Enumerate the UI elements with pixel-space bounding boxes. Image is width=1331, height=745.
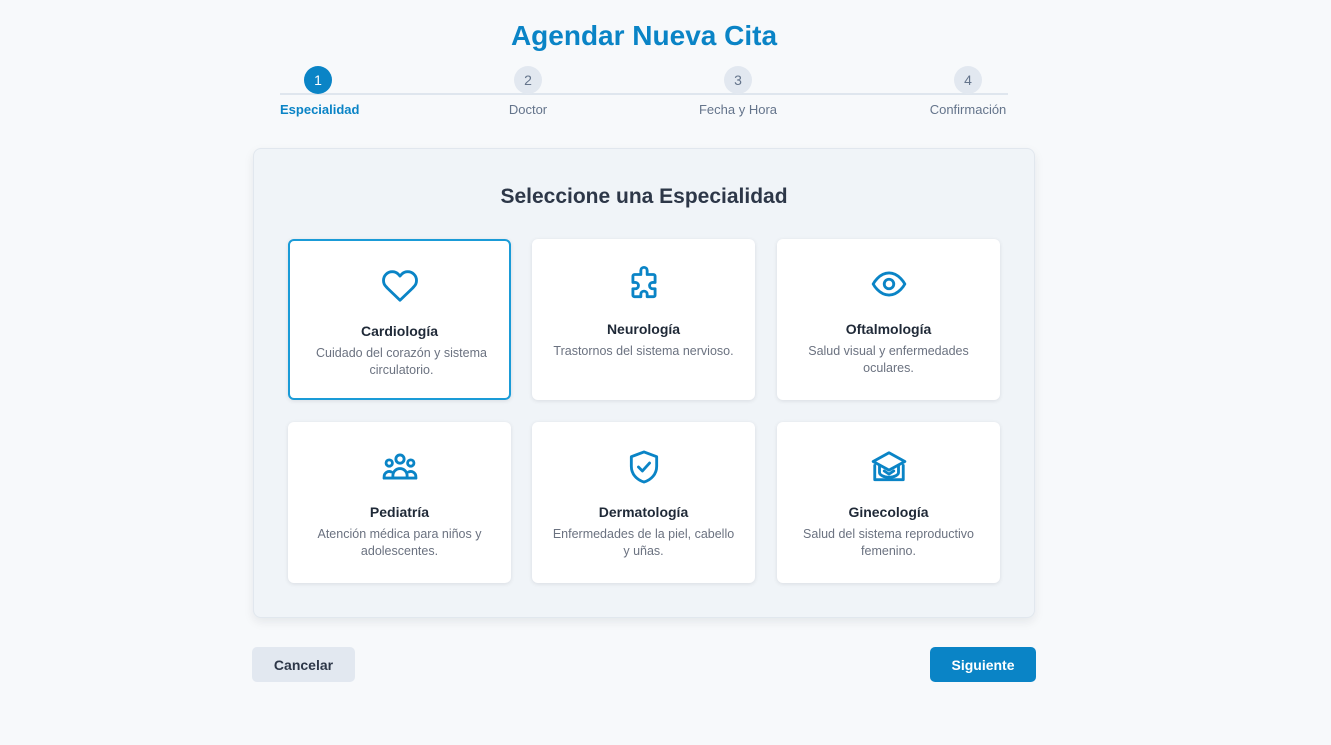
step-number: 3 — [724, 66, 752, 94]
panel-title: Seleccione una Especialidad — [500, 185, 788, 208]
specialty-card-cardiologia[interactable]: Cardiología Cuidado del corazón y sistem… — [288, 239, 511, 400]
specialty-description: Trastornos del sistema nervioso. — [553, 344, 734, 358]
eye-icon — [777, 265, 1000, 303]
stepper: 1 Especialidad 2 Doctor 3 Fecha y Hora 4… — [280, 66, 1008, 126]
step-label: Doctor — [508, 102, 548, 117]
cancel-button[interactable]: Cancelar — [252, 647, 355, 682]
specialty-name: Dermatología — [598, 504, 689, 520]
step-label: Confirmación — [929, 102, 1007, 117]
specialty-name: Pediatría — [369, 504, 430, 520]
specialty-description: Cuidado del corazón y sistema circulator… — [316, 346, 487, 377]
specialty-description: Enfermedades de la piel, cabello y uñas. — [552, 527, 735, 558]
step-fecha-hora[interactable]: 3 Fecha y Hora — [698, 66, 778, 117]
users-icon — [288, 448, 511, 486]
specialty-name: Ginecología — [848, 504, 929, 520]
step-number: 2 — [514, 66, 542, 94]
shield-check-icon — [532, 448, 755, 486]
heart-icon — [290, 267, 509, 305]
page-title: Agendar Nueva Cita — [510, 20, 778, 51]
step-especialidad[interactable]: 1 Especialidad — [280, 66, 360, 117]
step-number: 4 — [954, 66, 982, 94]
specialty-card-ginecologia[interactable]: Ginecología Salud del sistema reproducti… — [777, 422, 1000, 583]
step-confirmacion[interactable]: 4 Confirmación — [928, 66, 1008, 117]
step-number: 1 — [304, 66, 332, 94]
step-label: Fecha y Hora — [698, 102, 778, 117]
specialty-description: Salud del sistema reproductivo femenino. — [803, 527, 974, 558]
specialty-card-dermatologia[interactable]: Dermatología Enfermedades de la piel, ca… — [532, 422, 755, 583]
specialty-name: Neurología — [606, 321, 681, 337]
specialty-name: Oftalmología — [845, 321, 932, 337]
specialty-panel: Seleccione una Especialidad Cardiología … — [253, 148, 1035, 618]
specialty-card-neurologia[interactable]: Neurología Trastornos del sistema nervio… — [532, 239, 755, 400]
specialty-card-pediatria[interactable]: Pediatría Atención médica para niños y a… — [288, 422, 511, 583]
step-label: Especialidad — [280, 102, 360, 117]
stepper-line — [280, 93, 1008, 95]
specialty-card-oftalmologia[interactable]: Oftalmología Salud visual y enfermedades… — [777, 239, 1000, 400]
specialty-name: Cardiología — [360, 323, 438, 339]
academic-cap-icon — [777, 448, 1000, 486]
step-doctor[interactable]: 2 Doctor — [498, 66, 558, 117]
specialty-description: Salud visual y enfermedades oculares. — [808, 344, 969, 375]
next-button[interactable]: Siguiente — [930, 647, 1036, 682]
puzzle-icon — [532, 265, 755, 303]
specialty-description: Atención médica para niños y adolescente… — [317, 527, 482, 558]
